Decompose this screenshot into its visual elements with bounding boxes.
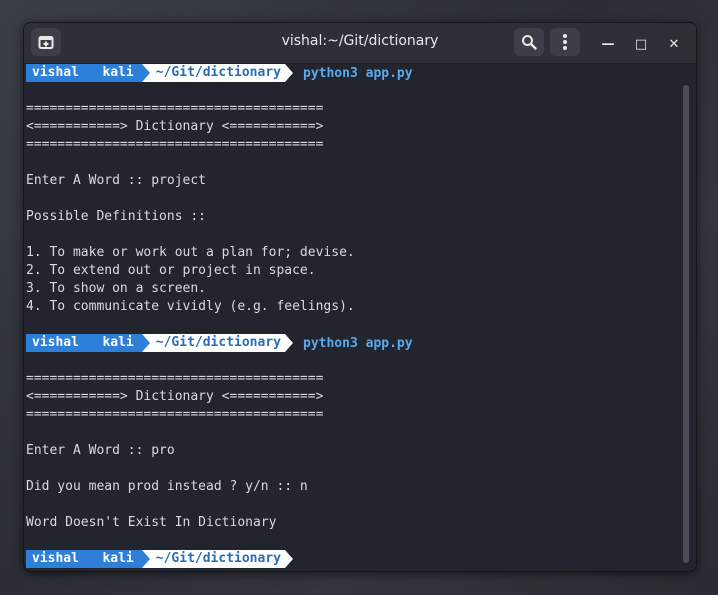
prompt-user: vishal bbox=[32, 335, 79, 350]
prompt-host: kali bbox=[102, 335, 134, 350]
terminal-window: vishal:~/Git/dictionary — □ ✕ vishal kal… bbox=[23, 22, 697, 572]
definition-line: 4. To communicate vividly (e.g. feelings… bbox=[26, 299, 355, 314]
prompt-separator-icon bbox=[141, 334, 150, 352]
window-title: vishal:~/Git/dictionary bbox=[281, 33, 439, 49]
prompt-end-icon bbox=[285, 334, 293, 352]
prompt-user: vishal bbox=[32, 551, 79, 566]
definition-line: 3. To show on a screen. bbox=[26, 281, 207, 296]
enter-word-line: Enter A Word :: project bbox=[26, 173, 207, 188]
prompt-path: ~/Git/dictionary bbox=[149, 550, 285, 568]
close-button[interactable]: ✕ bbox=[663, 33, 685, 55]
prompt-user-host: vishal kali bbox=[26, 550, 142, 568]
shell-prompt: vishal kali ~/Git/dictionary bbox=[26, 550, 678, 568]
search-icon bbox=[522, 35, 537, 50]
banner-top: ====================================== bbox=[26, 371, 324, 386]
maximize-button[interactable]: □ bbox=[630, 33, 652, 55]
prompt-user: vishal bbox=[32, 65, 79, 80]
possible-definitions-line: Possible Definitions :: bbox=[26, 209, 207, 224]
prompt-end-icon bbox=[285, 64, 293, 82]
prompt-path: ~/Git/dictionary bbox=[149, 334, 285, 352]
minimize-button[interactable]: — bbox=[597, 33, 619, 55]
command-text: python3 app.py bbox=[303, 65, 413, 81]
menu-button[interactable] bbox=[550, 28, 580, 56]
enter-word-line: Enter A Word :: pro bbox=[26, 443, 175, 458]
prompt-host: kali bbox=[102, 551, 134, 566]
prompt-end-icon bbox=[285, 550, 293, 568]
vertical-scrollbar[interactable] bbox=[683, 85, 689, 563]
banner-bottom: ====================================== bbox=[26, 407, 324, 422]
prompt-user-host: vishal kali bbox=[26, 334, 142, 352]
did-you-mean-line: Did you mean prod instead ? y/n :: n bbox=[26, 479, 308, 494]
definition-line: 2. To extend out or project in space. bbox=[26, 263, 316, 278]
prompt-user-host: vishal kali bbox=[26, 64, 142, 82]
prompt-path: ~/Git/dictionary bbox=[149, 64, 285, 82]
kebab-menu-icon bbox=[563, 34, 567, 50]
command-text: python3 app.py bbox=[303, 335, 413, 351]
shell-prompt: vishal kali ~/Git/dictionary python3 app… bbox=[26, 64, 678, 82]
title-bar[interactable]: vishal:~/Git/dictionary — □ ✕ bbox=[24, 23, 696, 64]
shell-prompt: vishal kali ~/Git/dictionary python3 app… bbox=[26, 334, 678, 352]
search-button[interactable] bbox=[514, 28, 544, 56]
prompt-separator-icon bbox=[141, 64, 150, 82]
banner-title: <===========> Dictionary <===========> bbox=[26, 389, 324, 404]
prompt-host: kali bbox=[102, 65, 134, 80]
definition-line: 1. To make or work out a plan for; devis… bbox=[26, 245, 355, 260]
result-line: Word Doesn't Exist In Dictionary bbox=[26, 515, 277, 530]
banner-title: <===========> Dictionary <===========> bbox=[26, 119, 324, 134]
prompt-separator-icon bbox=[141, 550, 150, 568]
banner-top: ====================================== bbox=[26, 101, 324, 116]
banner-bottom: ====================================== bbox=[26, 137, 324, 152]
terminal-output[interactable]: vishal kali ~/Git/dictionary python3 app… bbox=[26, 64, 678, 569]
